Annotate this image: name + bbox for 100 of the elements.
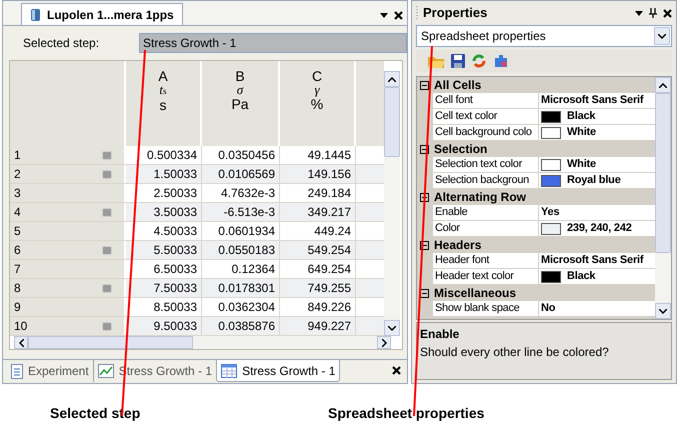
collapse-icon[interactable] bbox=[420, 288, 429, 298]
table-cell: 0.500334 bbox=[126, 146, 202, 164]
table-cell: 0.0550183 bbox=[202, 241, 280, 259]
pin-icon[interactable] bbox=[649, 8, 657, 18]
row-marker-icon bbox=[102, 150, 112, 160]
close-icon[interactable] bbox=[392, 366, 401, 375]
property-value[interactable]: Black bbox=[567, 268, 596, 285]
table-cell: 5.50033 bbox=[126, 241, 202, 259]
property-value[interactable]: Microsoft Sans Serif bbox=[541, 92, 644, 109]
table-row[interactable]: 8 7.50033 0.0178301 749.255 bbox=[10, 279, 384, 298]
property-value[interactable]: No bbox=[541, 300, 556, 317]
collapse-icon[interactable] bbox=[420, 144, 429, 154]
table-cell: 449.24 bbox=[280, 222, 356, 240]
property-name[interactable]: Header text color bbox=[433, 269, 539, 284]
row-number: 8 bbox=[14, 280, 21, 297]
row-number: 2 bbox=[14, 166, 21, 183]
property-name[interactable]: Selection text color bbox=[433, 157, 539, 172]
save-icon[interactable] bbox=[451, 54, 465, 68]
table-cell: 8.50033 bbox=[126, 298, 202, 316]
property-name[interactable]: Header font bbox=[433, 253, 539, 268]
row-header[interactable]: 1 bbox=[10, 146, 126, 164]
property-name[interactable]: Enable bbox=[433, 205, 539, 220]
description-title: Enable bbox=[420, 326, 460, 343]
table-row[interactable]: 3 2.50033 4.7632e-3 249.184 bbox=[10, 184, 384, 203]
category-label: Alternating Row bbox=[434, 189, 526, 206]
row-header[interactable]: 10 bbox=[10, 317, 126, 335]
close-icon[interactable] bbox=[663, 8, 672, 18]
category-label: Miscellaneous bbox=[434, 285, 516, 302]
description-text: Should every other line be colored? bbox=[420, 344, 609, 361]
property-value[interactable]: Microsoft Sans Serif bbox=[541, 252, 644, 269]
row-header[interactable]: 3 bbox=[10, 184, 126, 202]
property-name[interactable]: Cell font bbox=[433, 93, 539, 108]
callout-label: Spreadsheet properties bbox=[328, 404, 484, 423]
properties-dropdown[interactable]: Spreadsheet properties bbox=[416, 25, 672, 47]
property-name[interactable]: Color bbox=[433, 221, 539, 236]
row-header[interactable]: 4 bbox=[10, 203, 126, 221]
collapse-icon[interactable] bbox=[420, 192, 429, 202]
table-row[interactable]: 4 3.50033 -6.513e-3 349.217 bbox=[10, 203, 384, 222]
property-value[interactable]: Black bbox=[567, 108, 596, 125]
table-cell: 0.12364 bbox=[202, 260, 280, 278]
table-row[interactable]: 7 6.50033 0.12364 649.254 bbox=[10, 260, 384, 279]
document-tab[interactable]: Stress Growth - 1 bbox=[216, 360, 340, 382]
scroll-right-icon[interactable] bbox=[382, 338, 386, 346]
panel-title: Properties bbox=[423, 4, 488, 22]
row-number: 1 bbox=[14, 147, 21, 164]
document-tab[interactable]: Experiment bbox=[7, 360, 93, 382]
row-number: 5 bbox=[14, 223, 21, 240]
row-header[interactable]: 9 bbox=[10, 298, 126, 316]
table-cell: 9.50033 bbox=[126, 317, 202, 335]
property-name[interactable]: Selection backgroun bbox=[433, 173, 539, 188]
table-cell: 649.254 bbox=[280, 260, 356, 278]
row-header[interactable]: 7 bbox=[10, 260, 126, 278]
vertical-scrollbar[interactable] bbox=[655, 77, 671, 319]
table-cell: 1.50033 bbox=[126, 165, 202, 183]
property-value[interactable]: Royal blue bbox=[567, 172, 621, 189]
table-row[interactable]: 9 8.50033 0.0362304 849.226 bbox=[10, 298, 384, 317]
table-cell: 0.0350456 bbox=[202, 146, 280, 164]
table-row[interactable]: 10 9.50033 0.0385876 949.227 bbox=[10, 317, 384, 336]
property-name[interactable]: Cell background colo bbox=[433, 125, 539, 140]
property-name[interactable]: Show blank space bbox=[433, 301, 539, 316]
property-value[interactable]: Yes bbox=[541, 204, 560, 221]
table-row[interactable]: 5 4.50033 0.0601934 449.24 bbox=[10, 222, 384, 241]
table-cell: 6.50033 bbox=[126, 260, 202, 278]
table-cell: 349.217 bbox=[280, 203, 356, 221]
field-label: Selected step: bbox=[23, 35, 100, 52]
scroll-left-icon[interactable] bbox=[18, 338, 24, 346]
scroll-down-icon[interactable] bbox=[659, 308, 668, 314]
folder-icon[interactable] bbox=[428, 54, 445, 68]
row-header[interactable]: 5 bbox=[10, 222, 126, 240]
property-value[interactable]: 239, 240, 242 bbox=[567, 220, 632, 237]
row-marker-icon bbox=[102, 322, 112, 330]
property-value[interactable]: White bbox=[567, 124, 596, 141]
step-field[interactable]: Stress Growth - 1 bbox=[139, 33, 407, 53]
close-icon[interactable] bbox=[394, 11, 403, 20]
table-row[interactable]: 2 1.50033 0.0106569 149.156 bbox=[10, 165, 384, 184]
property-name[interactable]: Cell text color bbox=[433, 109, 539, 124]
horizontal-scrollbar[interactable] bbox=[14, 336, 391, 349]
dropdown-icon[interactable] bbox=[635, 10, 643, 16]
dropdown-icon[interactable] bbox=[380, 13, 388, 18]
scroll-up-icon[interactable] bbox=[388, 76, 396, 82]
scroll-down-icon[interactable] bbox=[388, 326, 396, 330]
row-header[interactable]: 8 bbox=[10, 279, 126, 297]
chart-icon bbox=[98, 364, 114, 378]
table-cell: 249.184 bbox=[280, 184, 356, 202]
scroll-up-icon[interactable] bbox=[659, 82, 668, 88]
vertical-scrollbar[interactable] bbox=[384, 71, 400, 336]
refresh-icon[interactable] bbox=[471, 53, 487, 69]
collapse-icon[interactable] bbox=[420, 80, 429, 90]
table-cell: 49.1445 bbox=[280, 146, 356, 164]
row-header[interactable]: 6 bbox=[10, 241, 126, 259]
puzzle-icon[interactable] bbox=[493, 53, 509, 69]
category-label: Headers bbox=[434, 237, 482, 254]
property-value[interactable]: White bbox=[567, 156, 596, 173]
table-cell: 2.50033 bbox=[126, 184, 202, 202]
table-cell: 0.0106569 bbox=[202, 165, 280, 183]
table-row[interactable]: 6 5.50033 0.0550183 549.254 bbox=[10, 241, 384, 260]
table-row[interactable]: 1 0.500334 0.0350456 49.1445 bbox=[10, 146, 384, 165]
row-header[interactable]: 2 bbox=[10, 165, 126, 183]
collapse-icon[interactable] bbox=[420, 240, 429, 250]
document-tab[interactable]: Lupolen 1...mera 1pps bbox=[21, 3, 183, 25]
